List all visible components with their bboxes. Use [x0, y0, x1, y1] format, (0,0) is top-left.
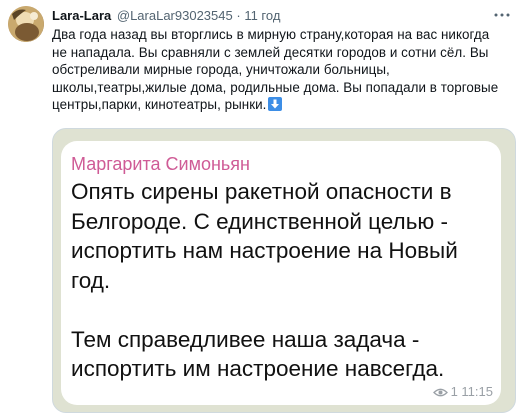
tweet-text-line: центры,парки, кинотеатры, рынки. [52, 96, 514, 114]
message-meta: 1 11:15 [432, 384, 493, 401]
tweet-time[interactable]: 11 год [244, 8, 280, 23]
message-sender-name: Маргарита Симоньян [71, 154, 250, 174]
user-handle[interactable]: @LaraLar93023545 [117, 8, 233, 23]
message-line: испортить им настроение навсегда. [71, 356, 445, 381]
tweet-text-line: школы,театры,жилые дома, родильные дома.… [52, 79, 499, 95]
tweet[interactable]: Lara-Lara @LaraLar93023545 · 11 год Два … [0, 0, 525, 417]
display-name[interactable]: Lara-Lara [52, 8, 111, 23]
separator-dot: · [236, 8, 241, 23]
message-line: Тем справедливее наша задача - [71, 326, 420, 352]
more-options-icon[interactable] [493, 6, 511, 24]
views-and-time: 1 11:15 [450, 384, 493, 399]
message-line: испортить нам настроение на Новый [71, 238, 458, 263]
message-line: Белгороде. С единственной целью - [71, 208, 449, 234]
tweet-header: Lara-Lara @LaraLar93023545 · 11 год [52, 8, 280, 24]
message-line: Опять сирены ракетной опасности в [71, 179, 452, 204]
tweet-text-line: не нападала. Вы сравняли с землей десятк… [52, 44, 489, 60]
tweet-text: Два года назад вы вторглись в мирную стр… [52, 26, 514, 114]
tweet-text-line: обстреливали мирные города, уничтожали б… [52, 62, 390, 77]
telegram-message-bubble: Маргарита Симоньян Опять сирены ракетной… [61, 141, 501, 405]
message-line: год. [71, 267, 111, 293]
avatar[interactable] [8, 6, 44, 42]
eye-icon [432, 386, 448, 401]
down-arrow-emoji-icon [268, 97, 283, 111]
media-image[interactable]: Маргарита Симоньян Опять сирены ракетной… [52, 128, 516, 413]
tweet-text-line-content: центры,парки, кинотеатры, рынки. [52, 97, 267, 112]
message-text: Опять сирены ракетной опасности в Белгор… [71, 177, 458, 384]
tweet-text-line: Два года назад вы вторглись в мирную стр… [52, 27, 490, 42]
